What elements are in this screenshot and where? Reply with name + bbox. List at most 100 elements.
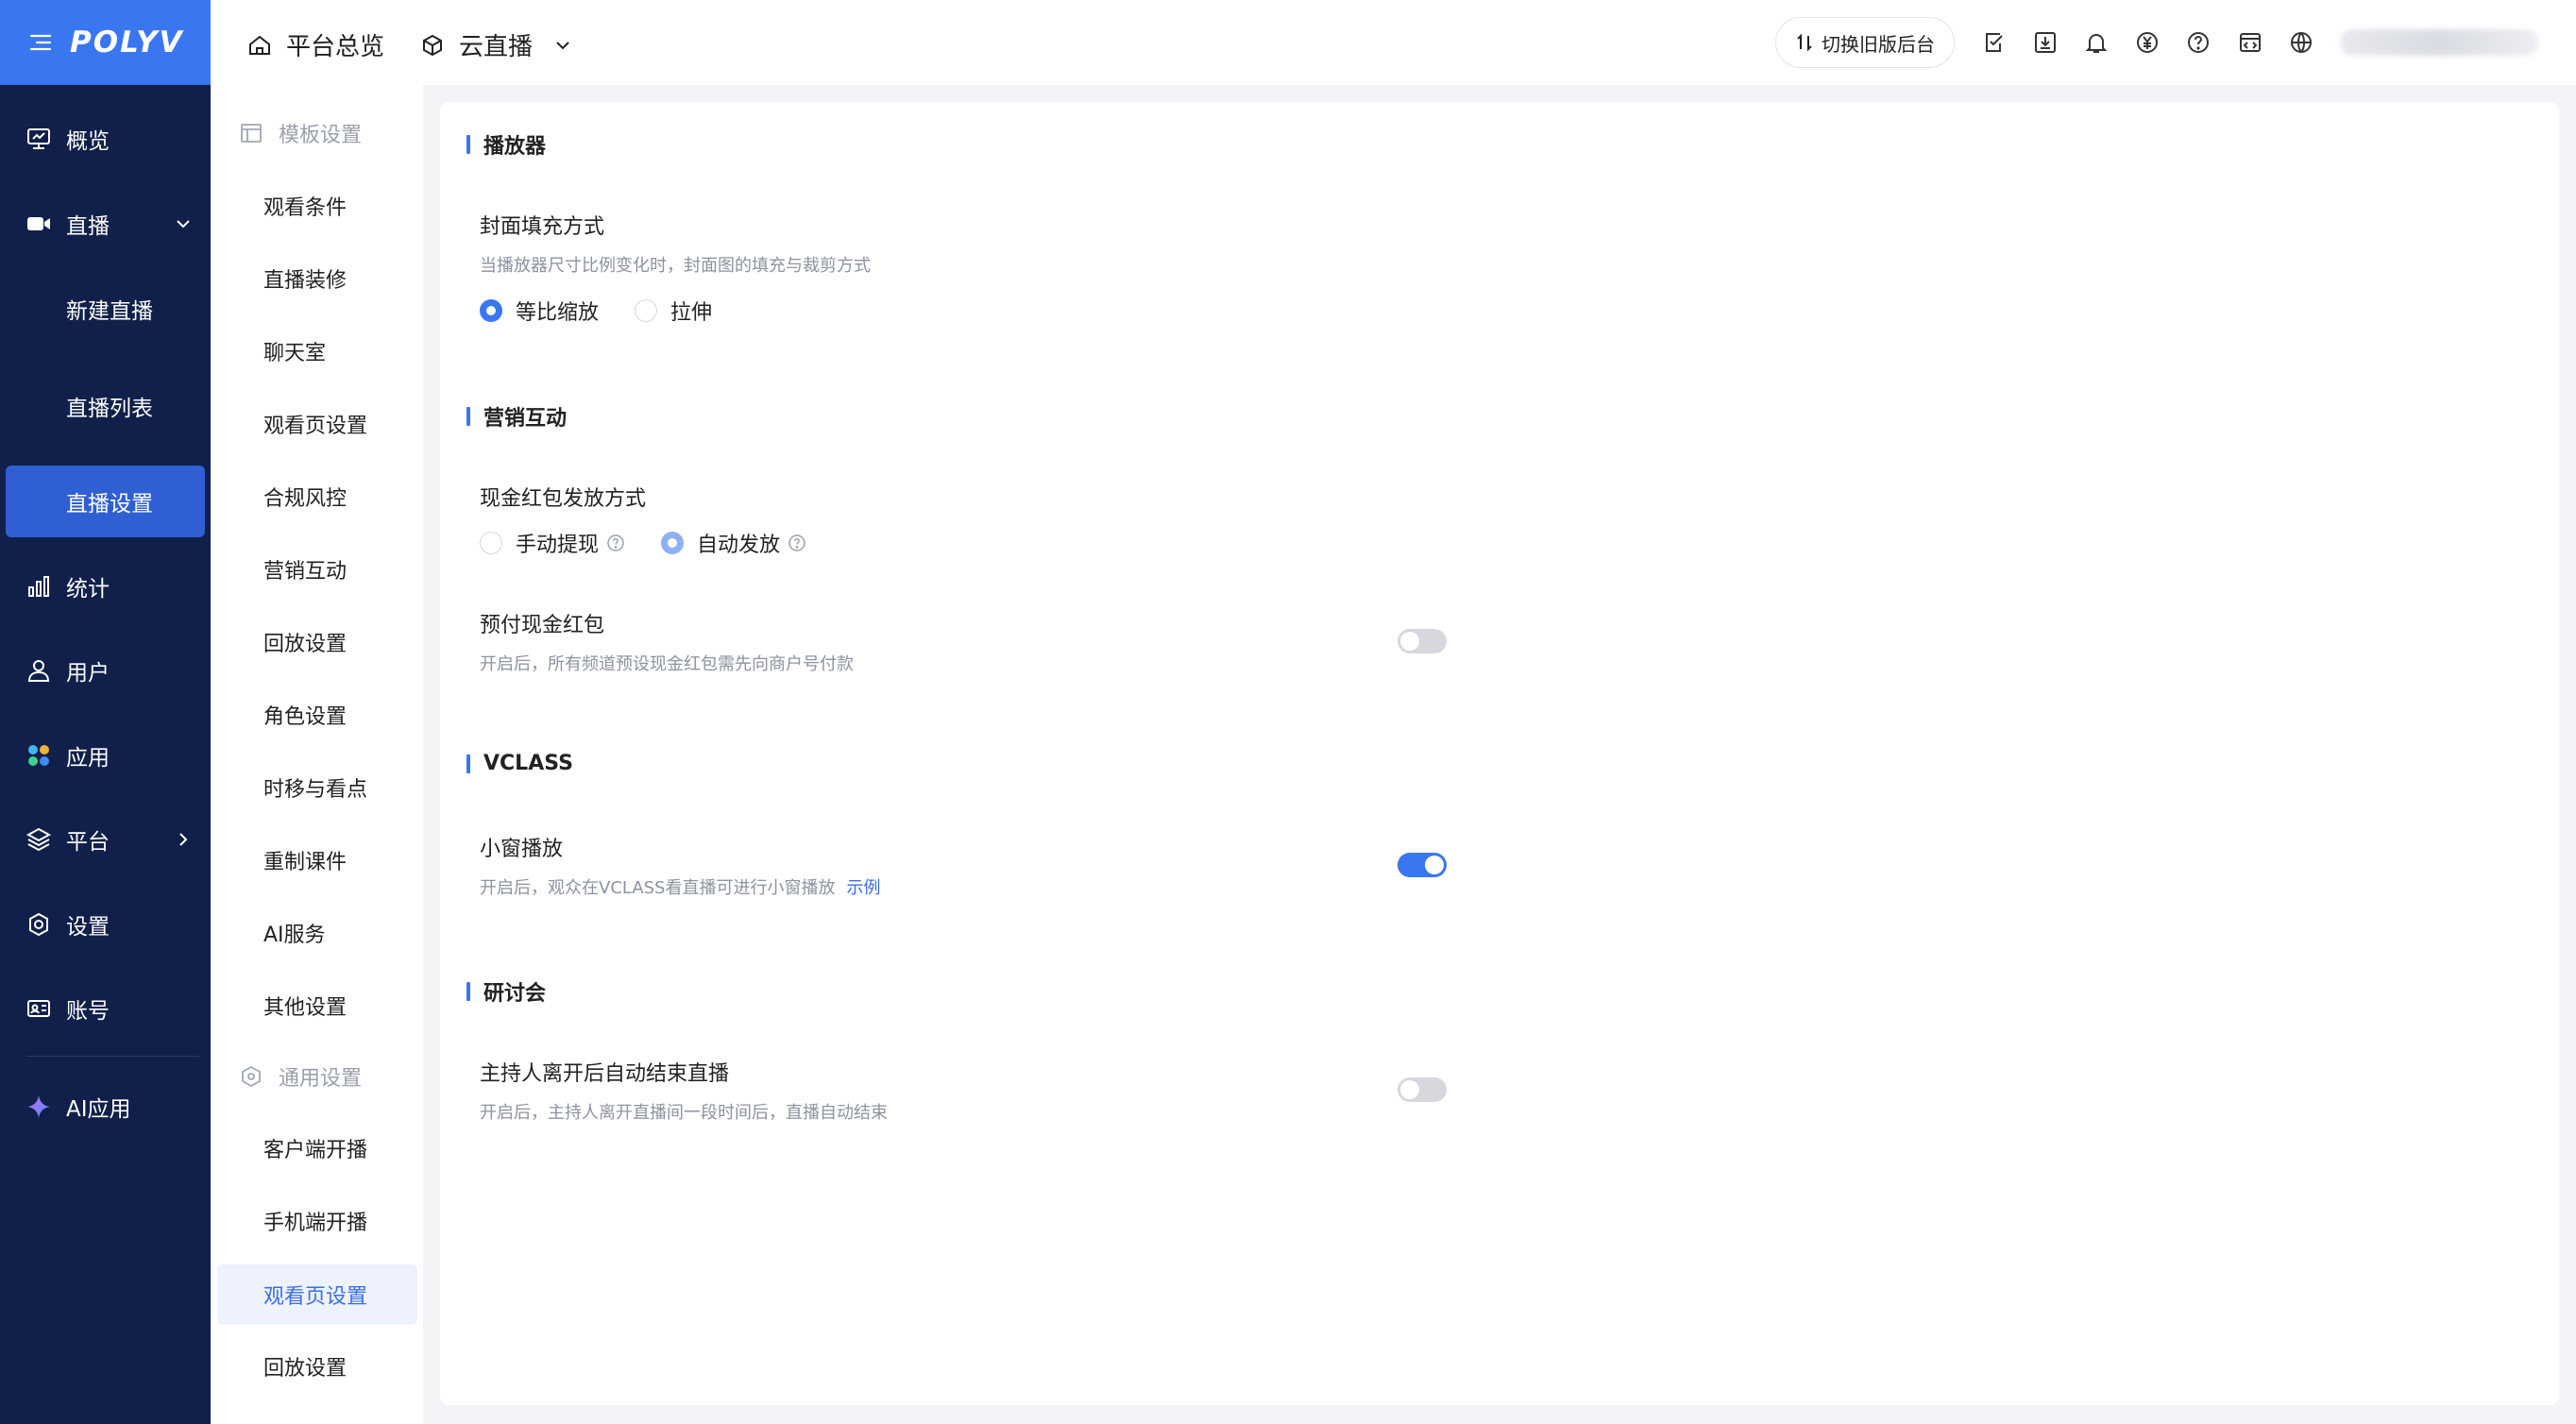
subnav-compliance[interactable]: 合规风控 <box>263 482 347 512</box>
subnav-ai-service[interactable]: AI服务 <box>263 918 326 948</box>
nav-overview-label: 概览 <box>66 129 110 154</box>
code-window-icon[interactable] <box>2236 28 2264 57</box>
top-bar: 平台总览 云直播 <box>211 0 2576 85</box>
download-icon[interactable] <box>2031 28 2059 57</box>
mini-window-description: 开启后，观众在VCLASS看直播可进行小窗播放 示例 <box>480 874 881 899</box>
host-leave-description: 开启后，主持人离开直播间一段时间后，直播自动结束 <box>480 1103 888 1123</box>
subnav-marketing[interactable]: 营销互动 <box>263 554 347 585</box>
section-accent-bar <box>466 754 470 773</box>
subnav-client-broadcast[interactable]: 客户端开播 <box>263 1133 367 1163</box>
switch-old-backend-button[interactable]: 切换旧版后台 <box>1775 17 1955 68</box>
subnav-other-settings[interactable]: 其他设置 <box>263 991 347 1021</box>
subnav-remake-courseware[interactable]: 重制课件 <box>263 845 347 875</box>
subnav-playback-settings[interactable]: 回放设置 <box>263 627 347 657</box>
polyv-logo[interactable]: POLYV <box>70 25 183 59</box>
nav-new-live[interactable]: 新建直播 <box>0 293 211 325</box>
mini-window-toggle[interactable] <box>1398 853 1447 877</box>
subnav-chatroom[interactable]: 聊天室 <box>263 336 326 366</box>
radio-option-stretch[interactable]: 拉伸 <box>635 296 712 326</box>
nav-live[interactable]: 直播 <box>0 202 211 246</box>
product-label: 云直播 <box>459 33 534 61</box>
section-accent-bar <box>466 135 470 154</box>
subnav-playback-settings-general[interactable]: 回放设置 <box>263 1351 347 1382</box>
checklist-icon[interactable] <box>1979 28 2008 57</box>
switch-arrows-icon <box>1795 33 1814 52</box>
chevron-right-icon <box>173 829 194 850</box>
nav-stats[interactable]: 统计 <box>0 565 211 608</box>
yuan-icon[interactable] <box>2133 28 2161 57</box>
section-marketing-title: 营销互动 <box>466 401 567 432</box>
subnav-watch-page-settings-general[interactable]: 观看页设置 <box>217 1264 417 1325</box>
question-icon[interactable] <box>606 534 625 552</box>
nav-ai-apps[interactable]: AI应用 <box>0 1085 211 1128</box>
subnav-live-decoration[interactable]: 直播装修 <box>263 263 347 294</box>
section-player-label: 播放器 <box>483 135 547 159</box>
nav-apps-label: 应用 <box>66 746 110 771</box>
user-account-menu[interactable] <box>2340 29 2538 56</box>
layers-icon <box>25 825 53 854</box>
brand-bar: POLYV <box>0 0 211 85</box>
apps-icon <box>25 741 53 770</box>
nav-divider <box>26 1056 199 1057</box>
subnav-role-settings[interactable]: 角色设置 <box>263 700 347 730</box>
radio-option-manual[interactable]: 手动提现 <box>480 528 625 558</box>
hamburger-menu-icon[interactable] <box>28 30 53 55</box>
left-sidebar: POLYV 概览 直播 新建直播 直播列表 直播设置 统计 用户 应用 平台 设… <box>0 0 211 1424</box>
hexagon-gear-icon <box>239 1064 263 1089</box>
nav-settings[interactable]: 设置 <box>0 903 211 946</box>
home-breadcrumb[interactable]: 平台总览 <box>246 27 384 62</box>
radio-stretch[interactable] <box>635 299 658 322</box>
nav-ai-apps-label: AI应用 <box>66 1097 131 1122</box>
section-seminar-label: 研讨会 <box>483 982 547 1006</box>
nav-platform[interactable]: 平台 <box>0 818 211 861</box>
radio-stretch-label: 拉伸 <box>670 301 713 325</box>
nav-live-list[interactable]: 直播列表 <box>0 390 211 422</box>
user-icon <box>25 656 53 685</box>
radio-manual-label: 手动提现 <box>516 534 600 557</box>
redpack-method-label: 现金红包发放方式 <box>480 487 647 511</box>
switch-old-backend-label: 切换旧版后台 <box>1822 32 1935 56</box>
nav-users[interactable]: 用户 <box>0 649 211 692</box>
radio-option-auto[interactable]: 自动发放 <box>661 528 806 558</box>
home-label: 平台总览 <box>286 33 385 61</box>
subnav-view-conditions[interactable]: 观看条件 <box>263 191 347 221</box>
help-icon[interactable] <box>2184 28 2212 57</box>
template-settings-group: 模板设置 <box>239 118 362 148</box>
general-settings-label: 通用设置 <box>279 1067 363 1091</box>
nav-live-label: 直播 <box>66 214 110 239</box>
radio-manual[interactable] <box>480 532 502 554</box>
bell-icon[interactable] <box>2082 28 2110 57</box>
product-switcher[interactable]: 云直播 <box>419 27 572 62</box>
sparkle-icon <box>25 1093 53 1121</box>
prepaid-redpack-toggle[interactable] <box>1398 629 1447 653</box>
section-marketing-label: 营销互动 <box>483 407 568 431</box>
globe-icon[interactable] <box>2287 28 2315 57</box>
nav-apps[interactable]: 应用 <box>0 734 211 777</box>
toggle-knob <box>1400 1080 1419 1099</box>
radio-auto[interactable] <box>661 532 685 554</box>
section-seminar-title: 研讨会 <box>466 976 546 1007</box>
radio-option-scale[interactable]: 等比缩放 <box>480 296 599 326</box>
nav-users-label: 用户 <box>66 661 110 686</box>
host-leave-toggle[interactable] <box>1398 1077 1447 1102</box>
mini-window-example-link[interactable]: 示例 <box>847 878 881 898</box>
bar-chart-icon <box>25 572 53 601</box>
question-icon[interactable] <box>788 534 806 552</box>
nav-live-settings[interactable]: 直播设置 <box>6 466 205 537</box>
cover-fill-radio-group: 等比缩放 拉伸 <box>480 296 748 326</box>
nav-overview[interactable]: 概览 <box>0 117 211 161</box>
host-leave-label: 主持人离开后自动结束直播 <box>480 1062 730 1086</box>
subnav-timeshift[interactable]: 时移与看点 <box>263 772 367 803</box>
radio-scale[interactable] <box>480 299 502 322</box>
chevron-down-icon <box>173 213 194 234</box>
general-settings-group: 通用设置 <box>239 1061 362 1092</box>
subnav-mobile-broadcast[interactable]: 手机端开播 <box>263 1206 367 1236</box>
section-vclass-label: VCLASS <box>483 752 573 775</box>
nav-account[interactable]: 账号 <box>0 987 211 1030</box>
prepaid-redpack-description: 开启后，所有频道预设现金红包需先向商户号付款 <box>480 654 854 674</box>
subnav-watch-page-settings[interactable]: 观看页设置 <box>263 409 367 439</box>
gear-icon <box>25 910 53 939</box>
nav-stats-label: 统计 <box>66 577 110 602</box>
home-icon <box>246 32 273 59</box>
radio-auto-label: 自动发放 <box>697 534 781 557</box>
